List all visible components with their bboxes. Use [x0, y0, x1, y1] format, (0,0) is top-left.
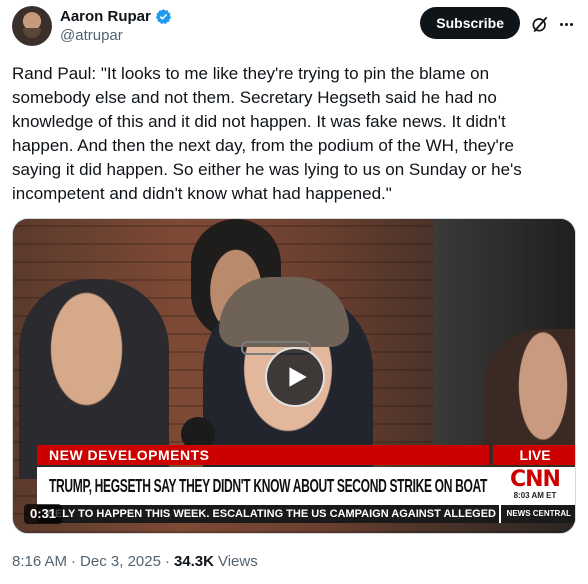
ticker-text: RELY TO HAPPEN THIS WEEK. ESCALATING THE…: [47, 508, 496, 520]
ticker-source: NEWS CENTRAL: [498, 505, 575, 523]
author-name[interactable]: Aaron Rupar: [60, 8, 151, 25]
subscribe-button[interactable]: Subscribe: [420, 7, 520, 39]
cnn-lower-third: NEW DEVELOPMENTS LIVE TRUMP, HEGSETH SAY…: [37, 443, 575, 527]
news-ticker: RELY TO HAPPEN THIS WEEK. ESCALATING THE…: [37, 505, 575, 523]
cnn-logo-box: CNN 8:03 AM ET: [493, 467, 575, 505]
video-duration: 0:31: [24, 504, 63, 524]
meta-separator: ·: [164, 553, 170, 570]
meta-separator: ·: [71, 553, 77, 570]
more-icon[interactable]: [556, 14, 576, 34]
broadcast-time: 8:03 AM ET: [513, 491, 557, 500]
tweet-meta: 8:16 AM · Dec 3, 2025 · 34.3K Views: [12, 553, 258, 570]
views-count: 34.3K: [173, 553, 214, 570]
avatar-beard: [23, 28, 41, 38]
tweet-text: Rand Paul: "It looks to me like they're …: [12, 64, 522, 203]
video-player[interactable]: NEW DEVELOPMENTS LIVE TRUMP, HEGSETH SAY…: [12, 218, 576, 534]
author-block: Aaron Rupar @atrupar: [60, 6, 172, 44]
verified-badge-icon: [155, 8, 171, 24]
play-button[interactable]: [265, 347, 325, 407]
tweet-header: Aaron Rupar @atrupar Subscribe: [12, 4, 576, 46]
author-handle[interactable]: @atrupar: [60, 27, 172, 44]
tweet-time[interactable]: 8:16 AM: [12, 553, 67, 570]
banner-new-developments: NEW DEVELOPMENTS: [37, 445, 489, 465]
views-label: Views: [217, 553, 258, 570]
play-icon: [289, 367, 307, 387]
chyron-headline: TRUMP, HEGSETH SAY THEY DIDN'T KNOW ABOU…: [37, 467, 493, 505]
live-badge: LIVE: [493, 445, 575, 465]
name-row: Aaron Rupar: [60, 6, 172, 26]
tweet-date[interactable]: Dec 3, 2025: [80, 553, 161, 570]
avatar[interactable]: [12, 6, 52, 46]
grok-icon[interactable]: [530, 14, 550, 34]
cnn-logo: CNN: [510, 467, 561, 492]
